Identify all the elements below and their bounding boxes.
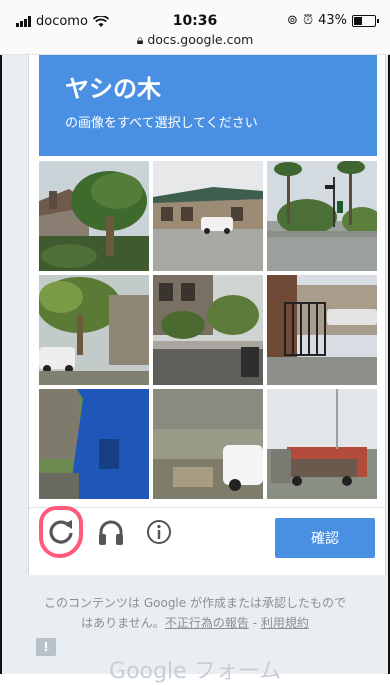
captcha-image-grid [39, 161, 377, 499]
captcha-tile[interactable] [39, 275, 149, 385]
battery-icon [352, 14, 379, 27]
captcha-tile[interactable] [153, 161, 263, 271]
verify-button[interactable]: 確認 [275, 518, 375, 558]
captcha-tile[interactable] [267, 161, 377, 271]
status-bar: docomo 10:36 🔒︎ docs.google.com ⊚ ⏰︎ 43% [0, 0, 390, 55]
audio-button[interactable] [93, 514, 129, 550]
captcha-header: ヤシの木 の画像をすべて選択してください [39, 55, 377, 156]
captcha-tile[interactable] [267, 389, 377, 499]
headphones-icon [99, 520, 123, 545]
captcha-tile[interactable] [153, 275, 263, 385]
palm-car-image [39, 275, 149, 385]
page-content: ヤシの木 の画像をすべて選択してください 確認 このコンテンツは Google … [0, 55, 390, 684]
truck-image [267, 389, 377, 499]
captcha-title: ヤシの木 [65, 75, 161, 103]
info-button[interactable] [141, 514, 177, 550]
disclaimer-line-1: このコンテンツは Google が作成または承認したもので [44, 596, 346, 610]
street-palms-image [267, 161, 377, 271]
captcha-tile[interactable] [153, 389, 263, 499]
footer-disclaimer: このコンテンツは Google が作成または承認したもので はありません。不正行… [0, 593, 390, 633]
status-right: ⊚ ⏰︎ 43% [287, 13, 379, 28]
battery-percent: 43% [318, 13, 347, 28]
report-abuse-link[interactable]: 不正行為の報告 [165, 616, 249, 630]
captcha-tile[interactable] [39, 161, 149, 271]
palm-house-image [39, 161, 149, 271]
url-bar[interactable]: 🔒︎ docs.google.com [0, 32, 390, 48]
reload-icon [49, 520, 73, 544]
blue-wall-image [39, 389, 149, 499]
fence-image [267, 275, 377, 385]
building-image [153, 161, 263, 271]
captcha-tile[interactable] [267, 275, 377, 385]
url-text: docs.google.com [147, 32, 254, 47]
reload-button[interactable] [43, 514, 79, 550]
terms-link[interactable]: 利用規約 [261, 616, 309, 630]
info-icon [147, 520, 171, 544]
lock-icon: 🔒︎ [136, 32, 144, 47]
orientation-lock-icon: ⊚ [287, 13, 298, 28]
disclaimer-line-2: はありません。不正行為の報告 - 利用規約 [0, 613, 390, 633]
captcha-instruction: の画像をすべて選択してください [65, 116, 258, 131]
captcha-card: ヤシの木 の画像をすべて選択してください 確認 [28, 55, 386, 575]
white-car-image [153, 389, 263, 499]
captcha-controls: 確認 [29, 506, 385, 564]
disclaimer-prefix: はありません。 [81, 616, 165, 630]
street-scene-image [153, 275, 263, 385]
link-separator: - [248, 616, 261, 630]
captcha-tile[interactable] [39, 389, 149, 499]
google-forms-brand: Google フォーム [109, 659, 281, 684]
alarm-icon: ⏰︎ [302, 13, 314, 28]
